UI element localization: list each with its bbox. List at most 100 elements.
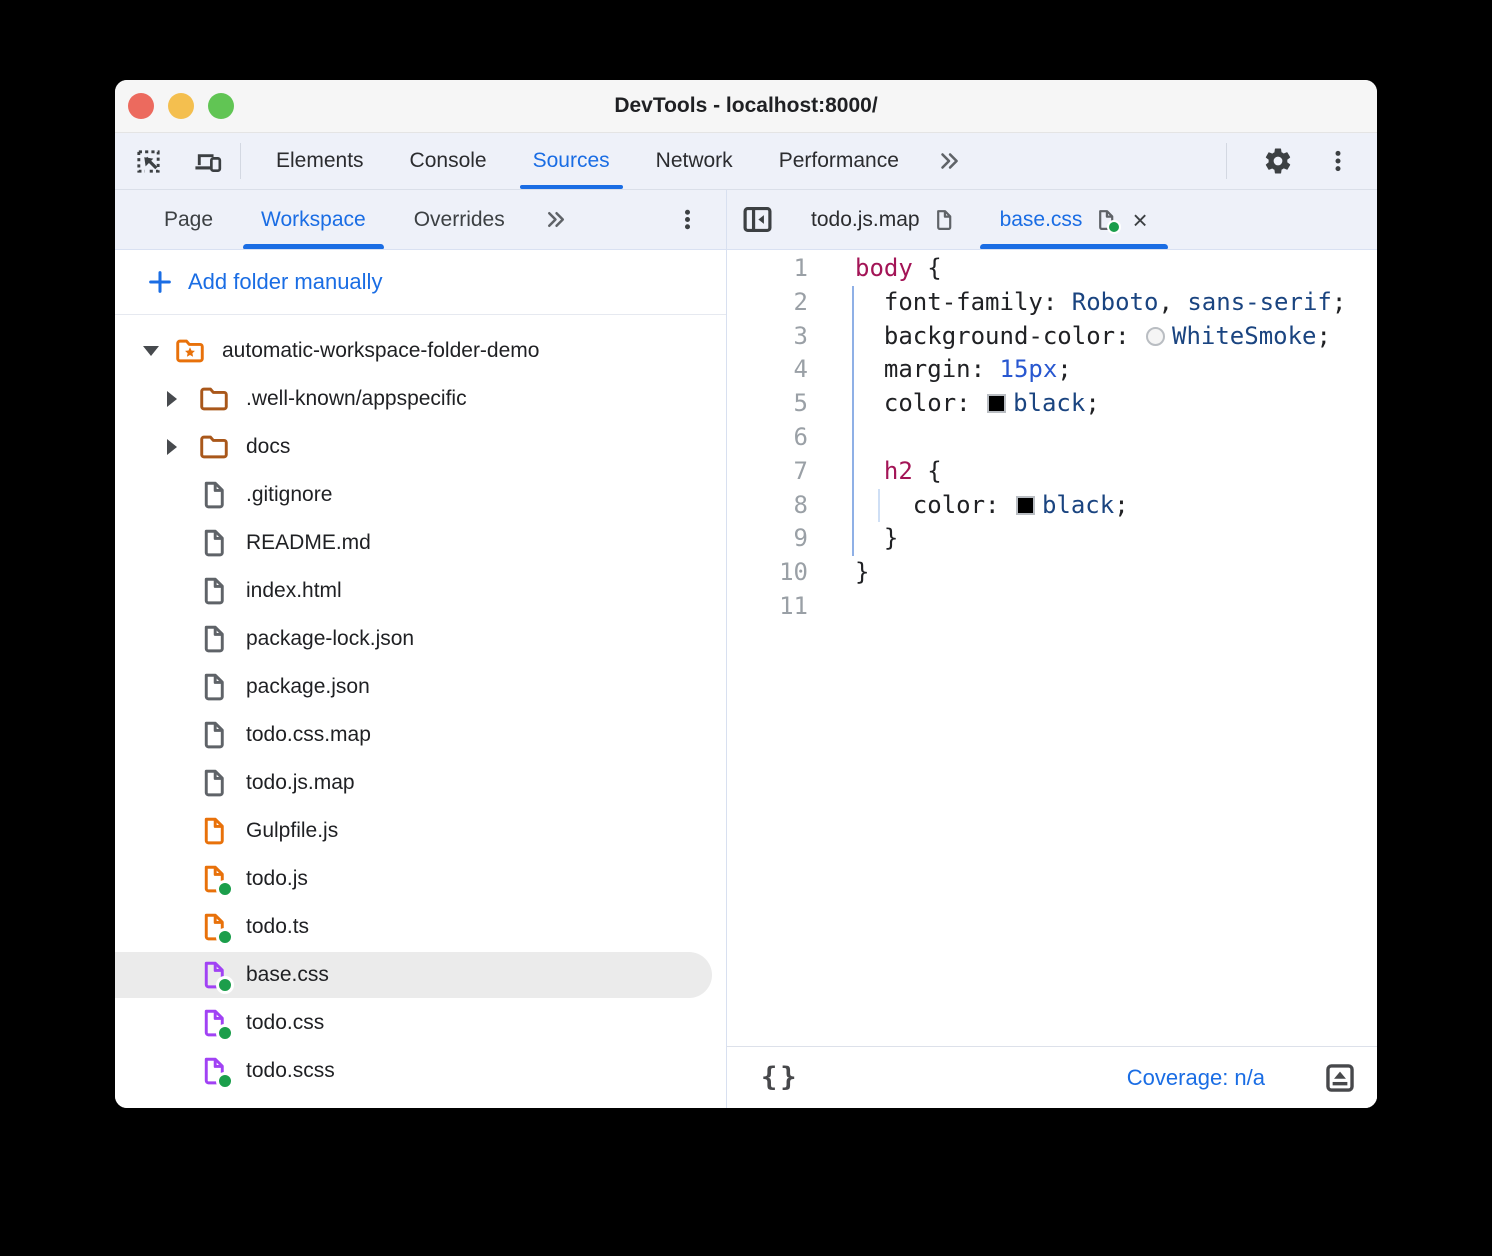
color-swatch[interactable] — [1016, 496, 1035, 515]
file-gray-icon — [198, 527, 230, 559]
line-number[interactable]: 11 — [727, 590, 808, 624]
more-panels-chevron-icon[interactable] — [922, 133, 976, 189]
code-line-4: 4 margin: 15px; — [727, 353, 1377, 387]
code-line-3: 3 background-color: WhiteSmoke; — [727, 320, 1377, 354]
pretty-print-icon[interactable]: {} — [761, 1062, 800, 1093]
line-content: body { — [808, 252, 942, 286]
tree-item-gulpfile-js[interactable]: Gulpfile.js — [115, 807, 726, 855]
code-line-2: 2 font-family: Roboto, sans-serif; — [727, 286, 1377, 320]
line-number[interactable]: 1 — [727, 252, 808, 286]
tree-item--gitignore[interactable]: .gitignore — [115, 471, 726, 519]
kebab-menu-icon[interactable] — [1315, 148, 1361, 174]
line-number[interactable]: 6 — [727, 421, 808, 455]
color-swatch[interactable] — [987, 394, 1006, 413]
unsaved-changes-dot — [1107, 220, 1121, 234]
editor-tab-todo-js-map[interactable]: todo.js.map — [789, 190, 978, 249]
navigator-tab-workspace[interactable]: Workspace — [237, 190, 390, 249]
unsaved-changes-dot — [216, 880, 234, 898]
line-content: h2 { — [808, 455, 942, 489]
disclosure-collapsed-icon[interactable] — [161, 391, 198, 407]
editor-tab-base-css[interactable]: base.css× — [978, 190, 1170, 249]
file-gray-icon — [198, 479, 230, 511]
tree-item-label: .gitignore — [246, 483, 332, 507]
panel-tab-sources[interactable]: Sources — [510, 133, 633, 189]
tree-item-label: Gulpfile.js — [246, 819, 338, 843]
tree-item-package-lock-json[interactable]: package-lock.json — [115, 615, 726, 663]
tree-item-readme-md[interactable]: README.md — [115, 519, 726, 567]
code-line-6: 6 — [727, 421, 1377, 455]
tree-item-label: package.json — [246, 675, 370, 699]
tree-item-docs[interactable]: docs — [115, 423, 726, 471]
line-number[interactable]: 8 — [727, 489, 808, 523]
tree-item-label: .well-known/appspecific — [246, 387, 467, 411]
minimize-window-button[interactable] — [168, 93, 194, 119]
line-number[interactable]: 4 — [727, 353, 808, 387]
tree-item-todo-scss[interactable]: todo.scss — [115, 1047, 726, 1095]
editor-tab-label: todo.js.map — [811, 208, 920, 232]
tree-item-base-css[interactable]: base.css — [115, 951, 726, 999]
line-content: } — [808, 556, 869, 590]
tree-item-todo-js[interactable]: todo.js — [115, 855, 726, 903]
navigator-more-tabs-chevron-icon[interactable] — [529, 190, 582, 249]
tree-item-label: automatic-workspace-folder-demo — [222, 339, 539, 363]
tree-item-todo-css-map[interactable]: todo.css.map — [115, 711, 726, 759]
code-line-1: 1body { — [727, 252, 1377, 286]
file-orange-icon — [198, 815, 230, 847]
settings-gear-icon[interactable] — [1251, 146, 1305, 176]
tree-item-automatic-workspace-folder-demo[interactable]: automatic-workspace-folder-demo — [115, 327, 726, 375]
inspect-icon[interactable] — [134, 147, 163, 176]
add-folder-row[interactable]: Add folder manually — [115, 250, 726, 315]
unsaved-changes-dot — [216, 976, 234, 994]
tree-item-todo-ts[interactable]: todo.ts — [115, 903, 726, 951]
tree-item-index-html[interactable]: index.html — [115, 567, 726, 615]
line-number[interactable]: 7 — [727, 455, 808, 489]
close-tab-icon[interactable]: × — [1132, 207, 1147, 233]
navigator-kebab-menu-icon[interactable] — [675, 207, 700, 232]
line-number[interactable]: 10 — [727, 556, 808, 590]
file-purple-icon — [198, 1007, 230, 1039]
tree-item--well-known-appspecific[interactable]: .well-known/appspecific — [115, 375, 726, 423]
load-source-map-icon[interactable] — [1323, 1061, 1357, 1095]
collapse-navigator-icon[interactable] — [740, 202, 775, 237]
code-editor[interactable]: 1body {2 font-family: Roboto, sans-serif… — [727, 250, 1377, 1046]
line-number[interactable]: 9 — [727, 522, 808, 556]
editor-statusbar: {} Coverage: n/a — [727, 1046, 1377, 1108]
panel-tab-performance[interactable]: Performance — [756, 133, 922, 189]
line-number[interactable]: 3 — [727, 320, 808, 354]
file-gray-icon — [198, 719, 230, 751]
disclosure-expanded-icon[interactable] — [137, 346, 174, 356]
panel-tab-network[interactable]: Network — [633, 133, 756, 189]
file-gray-icon — [198, 767, 230, 799]
navigator-tab-overrides[interactable]: Overrides — [390, 190, 529, 249]
line-number[interactable]: 2 — [727, 286, 808, 320]
navigator-tab-page[interactable]: Page — [140, 190, 237, 249]
tree-item-todo-js-map[interactable]: todo.js.map — [115, 759, 726, 807]
color-swatch[interactable] — [1146, 327, 1165, 346]
folder-icon — [198, 431, 230, 463]
tree-item-label: todo.css.map — [246, 723, 371, 747]
close-window-button[interactable] — [128, 93, 154, 119]
toolbar-divider — [240, 143, 241, 179]
tree-item-label: index.html — [246, 579, 342, 603]
navigator-pane: PageWorkspaceOverrides — [115, 190, 727, 1108]
tree-item-package-json[interactable]: package.json — [115, 663, 726, 711]
tree-item-label: package-lock.json — [246, 627, 414, 651]
file-icon — [1094, 208, 1118, 232]
file-orange-icon — [198, 911, 230, 943]
coverage-link[interactable]: Coverage: n/a — [1127, 1065, 1265, 1091]
line-content: background-color: WhiteSmoke; — [808, 320, 1331, 354]
disclosure-collapsed-icon[interactable] — [161, 439, 198, 455]
panel-tab-console[interactable]: Console — [387, 133, 510, 189]
line-number[interactable]: 5 — [727, 387, 808, 421]
panel-tab-elements[interactable]: Elements — [253, 133, 387, 189]
device-toolbar-icon[interactable] — [193, 147, 222, 176]
tree-item-label: base.css — [246, 963, 329, 987]
tree-item-label: todo.js.map — [246, 771, 355, 795]
code-line-10: 10} — [727, 556, 1377, 590]
unsaved-changes-dot — [216, 1024, 234, 1042]
add-folder-label[interactable]: Add folder manually — [188, 269, 382, 295]
titlebar: DevTools - localhost:8000/ — [115, 80, 1377, 133]
tree-item-todo-css[interactable]: todo.css — [115, 999, 726, 1047]
zoom-window-button[interactable] — [208, 93, 234, 119]
tree-item-label: docs — [246, 435, 290, 459]
